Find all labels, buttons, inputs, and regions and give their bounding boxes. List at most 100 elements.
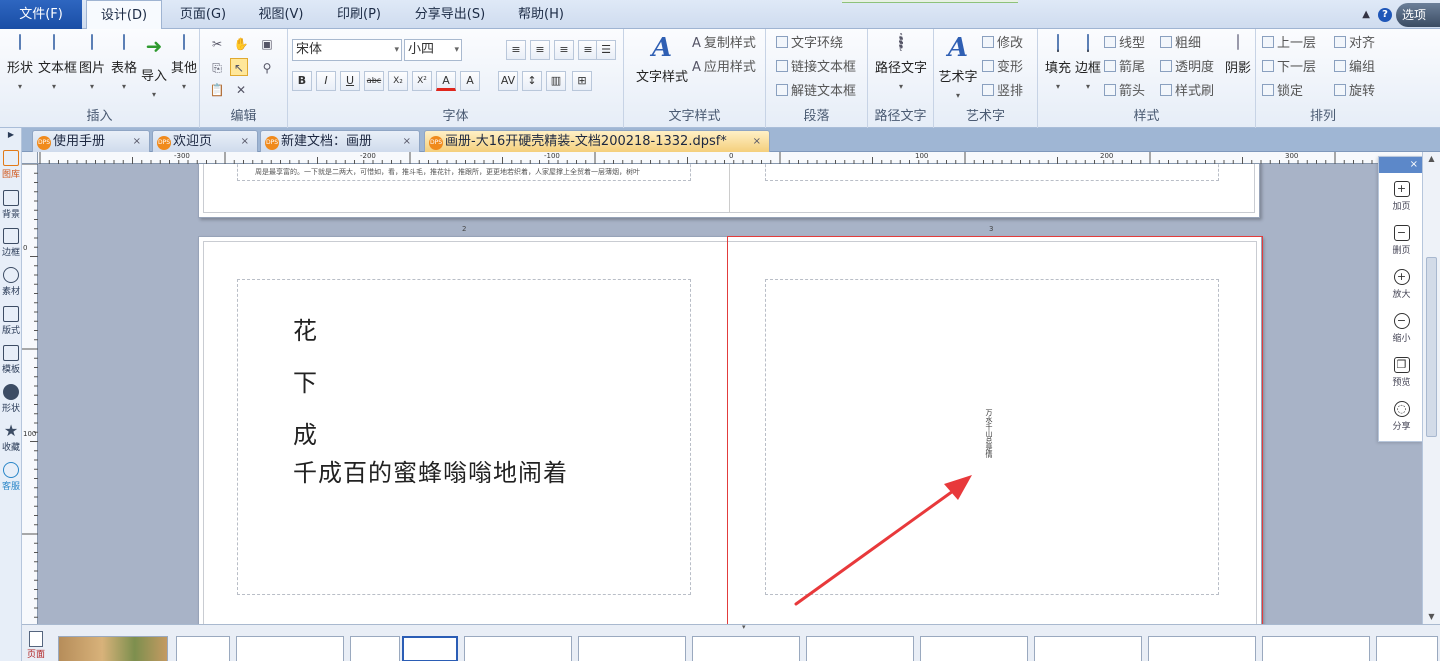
art-transform-button[interactable]: 变形 bbox=[982, 59, 1023, 77]
menu-help[interactable]: 帮助(H) bbox=[508, 0, 574, 29]
menu-print[interactable]: 印刷(P) bbox=[326, 0, 392, 29]
help-icon[interactable]: ? bbox=[1377, 7, 1392, 22]
format-brush-button[interactable]: 样式刷 bbox=[1160, 83, 1214, 101]
hand-icon[interactable]: ✋ bbox=[232, 35, 250, 53]
preview-button[interactable]: ❐ 预览 bbox=[1379, 357, 1424, 388]
tab-current-document[interactable]: DPS 画册-大16开硬壳精装-文档200218-1332.dpsf* × bbox=[424, 130, 770, 152]
page-thumbnail[interactable] bbox=[236, 636, 344, 661]
page-thumbnail[interactable] bbox=[350, 636, 400, 661]
border-button[interactable]: 边框 ▾ bbox=[1072, 34, 1104, 91]
insert-textbox-button[interactable]: 文本框 ▾ bbox=[38, 34, 77, 91]
collapse-strip-icon[interactable]: ▾ bbox=[742, 623, 746, 631]
image-tool-icon[interactable]: ▣ bbox=[258, 35, 276, 53]
page-thumbnail[interactable] bbox=[578, 636, 686, 661]
align-center-button[interactable]: ≡ bbox=[530, 40, 550, 60]
art-vertical-button[interactable]: 竖排 bbox=[982, 83, 1023, 101]
arrow-head-button[interactable]: 箭头 bbox=[1104, 83, 1145, 101]
tab-manual[interactable]: DPS 使用手册 × bbox=[32, 130, 150, 152]
subscript-button[interactable]: X₂ bbox=[388, 71, 408, 91]
options-button[interactable]: 选项 bbox=[1395, 2, 1440, 27]
rotate-button[interactable]: 旋转 bbox=[1334, 83, 1375, 101]
page-thumbnail[interactable] bbox=[1376, 636, 1438, 661]
page-thumbnail-current[interactable] bbox=[402, 636, 458, 661]
art-modify-button[interactable]: 修改 bbox=[982, 35, 1023, 53]
scroll-thumb[interactable] bbox=[1426, 257, 1437, 437]
tool-favorites[interactable]: ★ 收藏 bbox=[0, 423, 22, 454]
tool-material[interactable]: 素材 bbox=[0, 267, 22, 297]
insert-other-button[interactable]: 其他 ▾ bbox=[168, 34, 200, 91]
align-right-button[interactable]: ≡ bbox=[554, 40, 574, 60]
underline-button[interactable]: U bbox=[340, 71, 360, 91]
delete-icon[interactable]: ✕ bbox=[232, 81, 250, 99]
apply-style-button[interactable]: A 应用样式 bbox=[692, 59, 756, 77]
superscript-button[interactable]: X² bbox=[412, 71, 432, 91]
font-color-button[interactable]: A bbox=[436, 71, 456, 91]
tool-gallery[interactable]: 图库 bbox=[0, 150, 22, 180]
share-button[interactable]: ◌ 分享 bbox=[1379, 401, 1424, 432]
tab-new-album[interactable]: DPS 新建文档：画册 × bbox=[260, 130, 420, 152]
pin-icon[interactable]: ⚲ bbox=[258, 59, 276, 77]
text-frame[interactable] bbox=[765, 164, 1219, 181]
group-button[interactable]: 编组 bbox=[1334, 59, 1375, 77]
tool-shape[interactable]: 形状 bbox=[0, 384, 22, 414]
pointer-icon[interactable]: ↖ bbox=[230, 58, 248, 76]
bring-forward-button[interactable]: 上一层 bbox=[1262, 35, 1316, 53]
close-tab-icon[interactable]: × bbox=[753, 131, 761, 152]
delete-page-button[interactable]: − 删页 bbox=[1379, 225, 1424, 256]
menu-view[interactable]: 视图(V) bbox=[248, 0, 314, 29]
shadow-button[interactable]: 阴影 bbox=[1222, 34, 1254, 76]
pages-button[interactable]: 页面 bbox=[24, 631, 48, 660]
tab-welcome[interactable]: DPS 欢迎页 × bbox=[152, 130, 258, 152]
font-size-select[interactable]: 小四 ▾ bbox=[404, 39, 462, 61]
page-thumbnail[interactable] bbox=[806, 636, 914, 661]
close-icon[interactable]: × bbox=[1410, 159, 1418, 170]
line-spacing-button[interactable]: ↕ bbox=[522, 71, 542, 91]
bold-button[interactable]: B bbox=[292, 71, 312, 91]
page-thumbnail[interactable] bbox=[176, 636, 230, 661]
page-thumbnail[interactable] bbox=[1262, 636, 1370, 661]
copy-icon[interactable]: ⎘ bbox=[208, 59, 226, 77]
insert-shape-button[interactable]: 形状 ▾ bbox=[4, 34, 36, 91]
vertical-scrollbar[interactable]: ▲ ▼ bbox=[1422, 152, 1440, 624]
path-text-button[interactable]: 路径文字 ▾ bbox=[870, 33, 932, 91]
import-button[interactable]: ➜ 导入 ▾ bbox=[138, 35, 170, 99]
menu-file[interactable]: 文件(F) bbox=[0, 0, 82, 29]
menu-page[interactable]: 页面(G) bbox=[168, 0, 238, 29]
vertical-text[interactable]: 万水千山总是情 bbox=[985, 409, 993, 458]
lock-button[interactable]: 锁定 bbox=[1262, 83, 1303, 101]
page-thumbnail[interactable] bbox=[1148, 636, 1256, 661]
tool-support[interactable]: 客服 bbox=[0, 462, 22, 492]
scroll-down-icon[interactable]: ▼ bbox=[1423, 610, 1440, 624]
collapse-ribbon-icon[interactable]: ▲ bbox=[1362, 9, 1370, 20]
zoom-in-button[interactable]: + 放大 bbox=[1379, 269, 1424, 300]
page-spread-top[interactable]: 周是最享富的。一下就是二两大，可惜如，看，推斗毛，推花针，推跟所，更更地若织着，… bbox=[198, 164, 1260, 218]
arrow-tail-button[interactable]: 箭尾 bbox=[1104, 59, 1145, 77]
align-button[interactable]: 对齐 bbox=[1334, 35, 1375, 53]
line-type-button[interactable]: 线型 bbox=[1104, 35, 1145, 53]
transparency-button[interactable]: 透明度 bbox=[1160, 59, 1214, 77]
scroll-up-icon[interactable]: ▲ bbox=[1423, 152, 1440, 166]
columns-button[interactable]: ▥ bbox=[546, 71, 566, 91]
insert-picture-button[interactable]: 图片 ▾ bbox=[76, 34, 108, 91]
italic-button[interactable]: I bbox=[316, 71, 336, 91]
tool-layout[interactable]: 版式 bbox=[0, 306, 22, 336]
close-tab-icon[interactable]: × bbox=[241, 131, 249, 152]
font-style-button[interactable]: A bbox=[460, 71, 480, 91]
document-canvas[interactable]: 周是最享富的。一下就是二两大，可惜如，看，推斗毛，推花针，推跟所，更更地若织着，… bbox=[38, 164, 1422, 624]
link-textbox-button[interactable]: 链接文本框 bbox=[776, 59, 856, 77]
copy-style-button[interactable]: A 复制样式 bbox=[692, 35, 756, 53]
strikethrough-button[interactable]: abc bbox=[364, 71, 384, 91]
page-thumbnail[interactable] bbox=[1034, 636, 1142, 661]
paste-icon[interactable]: 📋 bbox=[208, 81, 226, 99]
tool-template[interactable]: 模板 bbox=[0, 345, 22, 375]
menu-share-export[interactable]: 分享导出(S) bbox=[404, 0, 496, 29]
close-tab-icon[interactable]: × bbox=[403, 131, 411, 152]
close-tab-icon[interactable]: × bbox=[133, 131, 141, 152]
cut-icon[interactable]: ✂ bbox=[208, 35, 226, 53]
text-wrap-button[interactable]: 文字环绕 bbox=[776, 35, 843, 53]
zoom-out-button[interactable]: − 缩小 bbox=[1379, 313, 1424, 344]
font-name-select[interactable]: 宋体 ▾ bbox=[292, 39, 402, 61]
align-left-button[interactable]: ≡ bbox=[506, 40, 526, 60]
distribute-button[interactable]: ☰ bbox=[596, 40, 616, 60]
tool-border[interactable]: 边框 bbox=[0, 228, 22, 258]
